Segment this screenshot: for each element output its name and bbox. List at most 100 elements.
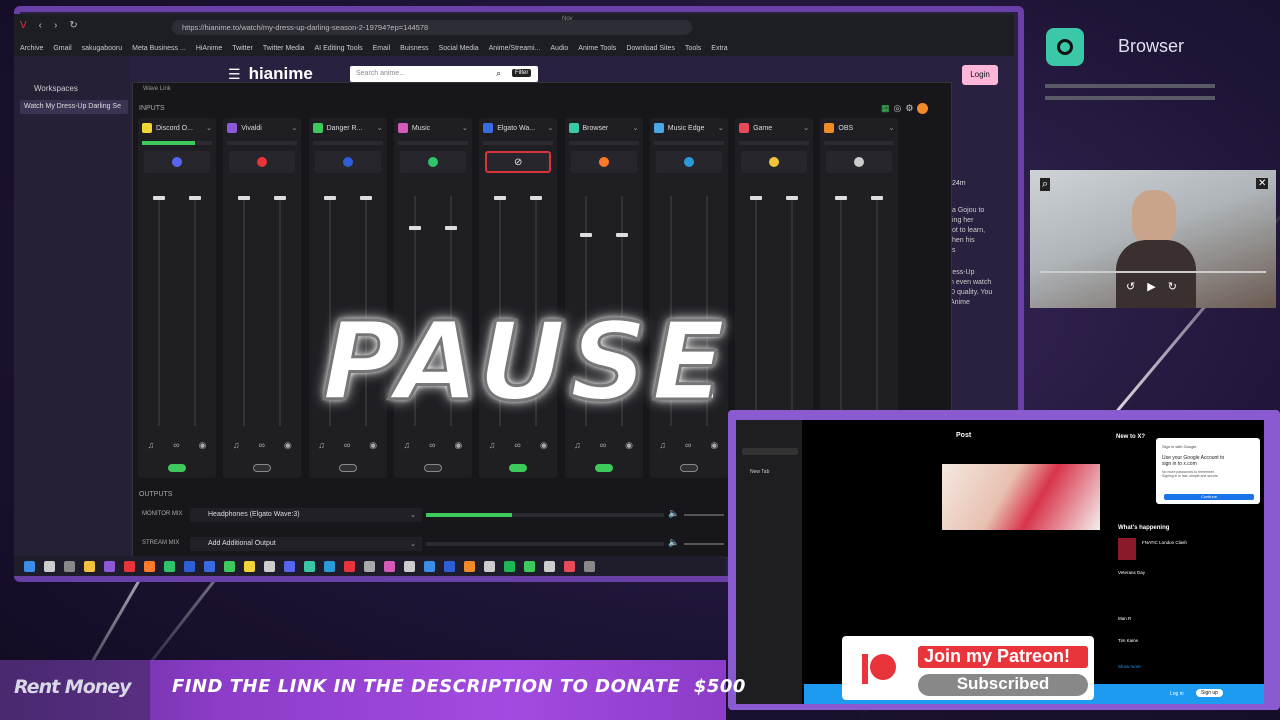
taskbar-app-icon[interactable]: [24, 560, 35, 572]
headphones-icon[interactable]: ♫: [659, 440, 666, 451]
bookmark-item[interactable]: Twitter: [232, 45, 253, 52]
bookmark-item[interactable]: Twitter Media: [263, 45, 305, 52]
broadcast-icon[interactable]: ◉: [369, 440, 377, 451]
filter-button[interactable]: Filter: [512, 69, 532, 77]
stream-fader[interactable]: [274, 196, 287, 426]
chevron-down-icon[interactable]: ⌄: [206, 124, 212, 132]
taskbar-app-icon[interactable]: [584, 560, 595, 572]
headphones-icon[interactable]: ♫: [403, 440, 410, 451]
effects-toggle[interactable]: [338, 464, 357, 472]
fader-knob[interactable]: [153, 196, 165, 200]
x-signup-button[interactable]: Sign up: [1196, 689, 1223, 697]
app-button[interactable]: [655, 151, 722, 173]
broadcast-icon[interactable]: ◉: [625, 440, 633, 451]
channel-header[interactable]: Elgato Wa... ⌄: [479, 118, 557, 138]
output-volume-slider[interactable]: [684, 543, 724, 545]
bookmark-item[interactable]: Tools: [685, 45, 701, 52]
output-volume-slider[interactable]: [684, 514, 724, 516]
taskbar-app-icon[interactable]: [324, 560, 335, 572]
bookmark-item[interactable]: Download Sites: [626, 45, 675, 52]
bookmark-item[interactable]: Archive: [20, 45, 43, 52]
taskbar-app-icon[interactable]: [144, 560, 155, 572]
bookmark-item[interactable]: HiAnime: [196, 45, 222, 52]
fader-knob[interactable]: [786, 196, 799, 200]
taskbar-app-icon[interactable]: [224, 560, 235, 572]
chevron-down-icon[interactable]: ⌄: [547, 124, 553, 132]
trend-item[interactable]: Veterans Day: [1118, 570, 1145, 575]
apps-icon[interactable]: ▦: [881, 103, 890, 114]
taskbar-app-icon[interactable]: [424, 560, 435, 572]
taskbar-app-icon[interactable]: [104, 560, 115, 572]
bookmark-item[interactable]: Gmail: [53, 45, 71, 52]
play-icon[interactable]: ▶: [1147, 280, 1155, 293]
video-seek-bar[interactable]: [1040, 271, 1266, 273]
chevron-down-icon[interactable]: ⌄: [889, 124, 895, 132]
channel-header[interactable]: Music Edge ⌄: [650, 118, 728, 138]
fader-knob[interactable]: [615, 232, 628, 237]
fader-knob[interactable]: [189, 196, 201, 200]
taskbar-app-icon[interactable]: [64, 560, 75, 572]
taskbar-app-icon[interactable]: [444, 560, 455, 572]
x-login-button[interactable]: Log in: [1170, 691, 1184, 697]
post-image[interactable]: [942, 464, 1100, 530]
taskbar-app-icon[interactable]: [304, 560, 315, 572]
continue-button[interactable]: Continue: [1164, 494, 1254, 500]
bookmark-item[interactable]: Email: [373, 45, 391, 52]
zoom-icon[interactable]: ⌕: [1040, 178, 1051, 191]
channel-header[interactable]: OBS ⌄: [820, 118, 898, 138]
channel-header[interactable]: Game ⌄: [735, 118, 813, 138]
fader-knob[interactable]: [274, 196, 287, 200]
close-icon[interactable]: ✕: [1256, 178, 1269, 189]
reload-icon[interactable]: ↻: [69, 20, 77, 31]
forward-icon[interactable]: ›: [54, 20, 57, 31]
taskbar-app-icon[interactable]: [484, 560, 495, 572]
fader-knob[interactable]: [444, 225, 457, 230]
link-icon[interactable]: ∞: [259, 440, 265, 451]
patreon-join-button[interactable]: Join my Patreon!: [918, 646, 1088, 668]
headphones-icon[interactable]: ♫: [147, 440, 154, 451]
monitor-fader[interactable]: [835, 196, 848, 426]
broadcast-icon[interactable]: ◉: [540, 440, 548, 451]
bookmark-item[interactable]: Audio: [550, 45, 568, 52]
taskbar-app-icon[interactable]: [564, 560, 575, 572]
bookmark-item[interactable]: Anime Tools: [578, 45, 616, 52]
link-icon[interactable]: ∞: [173, 440, 179, 451]
output-device-select[interactable]: Add Additional Output ⌄: [190, 537, 422, 551]
fader-knob[interactable]: [871, 196, 884, 200]
monitor-fader[interactable]: [153, 196, 165, 426]
link-icon[interactable]: ∞: [685, 440, 691, 451]
taskbar-app-icon[interactable]: [244, 560, 255, 572]
link-icon[interactable]: ∞: [600, 440, 606, 451]
taskbar-app-icon[interactable]: [344, 560, 355, 572]
volume-icon[interactable]: 🔈: [668, 537, 679, 548]
taskbar-app-icon[interactable]: [364, 560, 375, 572]
fader-knob[interactable]: [579, 232, 592, 237]
search-input[interactable]: Search anime... ⌕ Filter: [350, 66, 538, 82]
stream-fader[interactable]: [871, 196, 884, 426]
monitor-fader[interactable]: [750, 196, 763, 426]
effects-toggle[interactable]: [253, 464, 272, 472]
app-button[interactable]: ⊘: [485, 151, 552, 173]
output-device-select[interactable]: Headphones (Elgato Wave:3) ⌄: [190, 508, 422, 522]
gear-icon[interactable]: ⚙: [905, 103, 913, 114]
fader-knob[interactable]: [238, 196, 251, 200]
bookmark-item[interactable]: sakugabooru: [82, 45, 122, 52]
fader-knob[interactable]: [359, 196, 372, 200]
bookmark-item[interactable]: Buisness: [400, 45, 428, 52]
rewind-icon[interactable]: ↺: [1126, 280, 1135, 293]
taskbar-app-icon[interactable]: [84, 560, 95, 572]
taskbar-app-icon[interactable]: [284, 560, 295, 572]
forward-icon[interactable]: ↻: [1168, 280, 1177, 293]
volume-icon[interactable]: 🔈: [668, 508, 679, 519]
headphones-icon[interactable]: ♫: [318, 440, 325, 451]
taskbar-app-icon[interactable]: [504, 560, 515, 572]
chevron-down-icon[interactable]: ⌄: [291, 124, 297, 132]
bookmark-item[interactable]: Extra: [711, 45, 727, 52]
headset-icon[interactable]: ◎: [894, 103, 902, 114]
trend-item[interactable]: FNATIC London Clash: [1142, 540, 1187, 545]
effects-toggle[interactable]: [509, 464, 528, 472]
fader-knob[interactable]: [530, 196, 543, 200]
taskbar-app-icon[interactable]: [384, 560, 395, 572]
stream-fader[interactable]: [786, 196, 799, 426]
app-button[interactable]: [826, 151, 893, 173]
